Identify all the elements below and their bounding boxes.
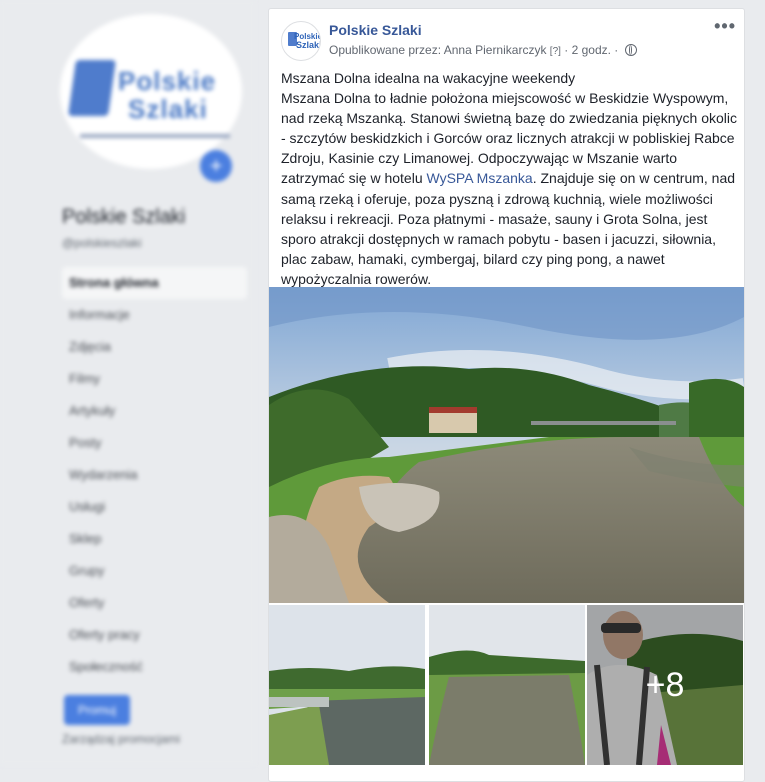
- post-card: Polskie Szlaki Polskie Szlaki Opublikowa…: [268, 8, 745, 782]
- post-text: Mszana Dolna idealna na wakacyjne weeken…: [281, 68, 739, 289]
- sidebar-item-info[interactable]: Informacje: [62, 299, 247, 331]
- post-thumbnail-2[interactable]: [429, 605, 585, 765]
- sidebar-item-offers[interactable]: Oferty: [62, 587, 247, 619]
- promote-button[interactable]: Promuj: [64, 695, 130, 725]
- post-body: Mszana Dolna to ładnie położona miejscow…: [281, 88, 739, 289]
- globe-icon[interactable]: [624, 44, 637, 56]
- manage-promotions-link[interactable]: Zarządzaj promocjami: [62, 732, 180, 746]
- sidebar-nav: Strona główna Informacje Zdjęcia Filmy A…: [62, 267, 247, 683]
- post-page-avatar[interactable]: Polskie Szlaki: [281, 21, 321, 61]
- sidebar-item-jobs[interactable]: Oferty pracy: [62, 619, 247, 651]
- sidebar-item-groups[interactable]: Grupy: [62, 555, 247, 587]
- post-thumbnail-3[interactable]: +8: [587, 605, 743, 765]
- sidebar-item-events[interactable]: Wydarzenia: [62, 459, 247, 491]
- post-thumbnail-1[interactable]: [269, 605, 425, 765]
- post-timestamp[interactable]: 2 godz.: [572, 43, 611, 57]
- hotel-link[interactable]: WySPA Mszanka: [427, 170, 533, 186]
- post-body-part2: . Znajduje się on w centrum, nad samą rz…: [281, 170, 736, 287]
- post-page-name[interactable]: Polskie Szlaki: [329, 22, 422, 38]
- page-name[interactable]: Polskie Szlaki: [62, 206, 185, 229]
- logo-shape: [68, 60, 116, 116]
- author-badge[interactable]: [?]: [550, 46, 561, 57]
- plus-icon[interactable]: +: [200, 150, 232, 182]
- logo-tagline: [80, 134, 230, 138]
- more-photos-overlay[interactable]: +8: [587, 605, 743, 765]
- page-sidebar: Polskie Szlaki + Polskie Szlaki @polskie…: [0, 0, 255, 765]
- sidebar-item-shop[interactable]: Sklep: [62, 523, 247, 555]
- post-title-line: Mszana Dolna idealna na wakacyjne weeken…: [281, 70, 576, 86]
- more-options-icon[interactable]: •••: [714, 17, 736, 35]
- sidebar-item-posts[interactable]: Posty: [62, 427, 247, 459]
- sidebar-item-videos[interactable]: Filmy: [62, 363, 247, 395]
- logo-text-line1: Polskie: [118, 66, 217, 96]
- sidebar-item-home[interactable]: Strona główna: [62, 267, 247, 299]
- sidebar-item-articles[interactable]: Artykuły: [62, 395, 247, 427]
- sidebar-item-community[interactable]: Społeczność: [62, 651, 247, 683]
- post-meta: Opublikowane przez: Anna Piernikarczyk […: [329, 43, 637, 57]
- logo-text-line2: Szlaki: [128, 94, 208, 124]
- post-main-photo[interactable]: [269, 287, 744, 603]
- logo-text-line2: Szlaki: [296, 40, 321, 50]
- post-author[interactable]: Anna Piernikarczyk: [444, 43, 547, 57]
- published-by-label: Opublikowane przez:: [329, 43, 444, 57]
- sidebar-item-services[interactable]: Usługi: [62, 491, 247, 523]
- page-handle[interactable]: @polskieszlaki: [62, 236, 142, 250]
- post-photo-grid: +8: [269, 605, 744, 765]
- sidebar-item-photos[interactable]: Zdjęcia: [62, 331, 247, 363]
